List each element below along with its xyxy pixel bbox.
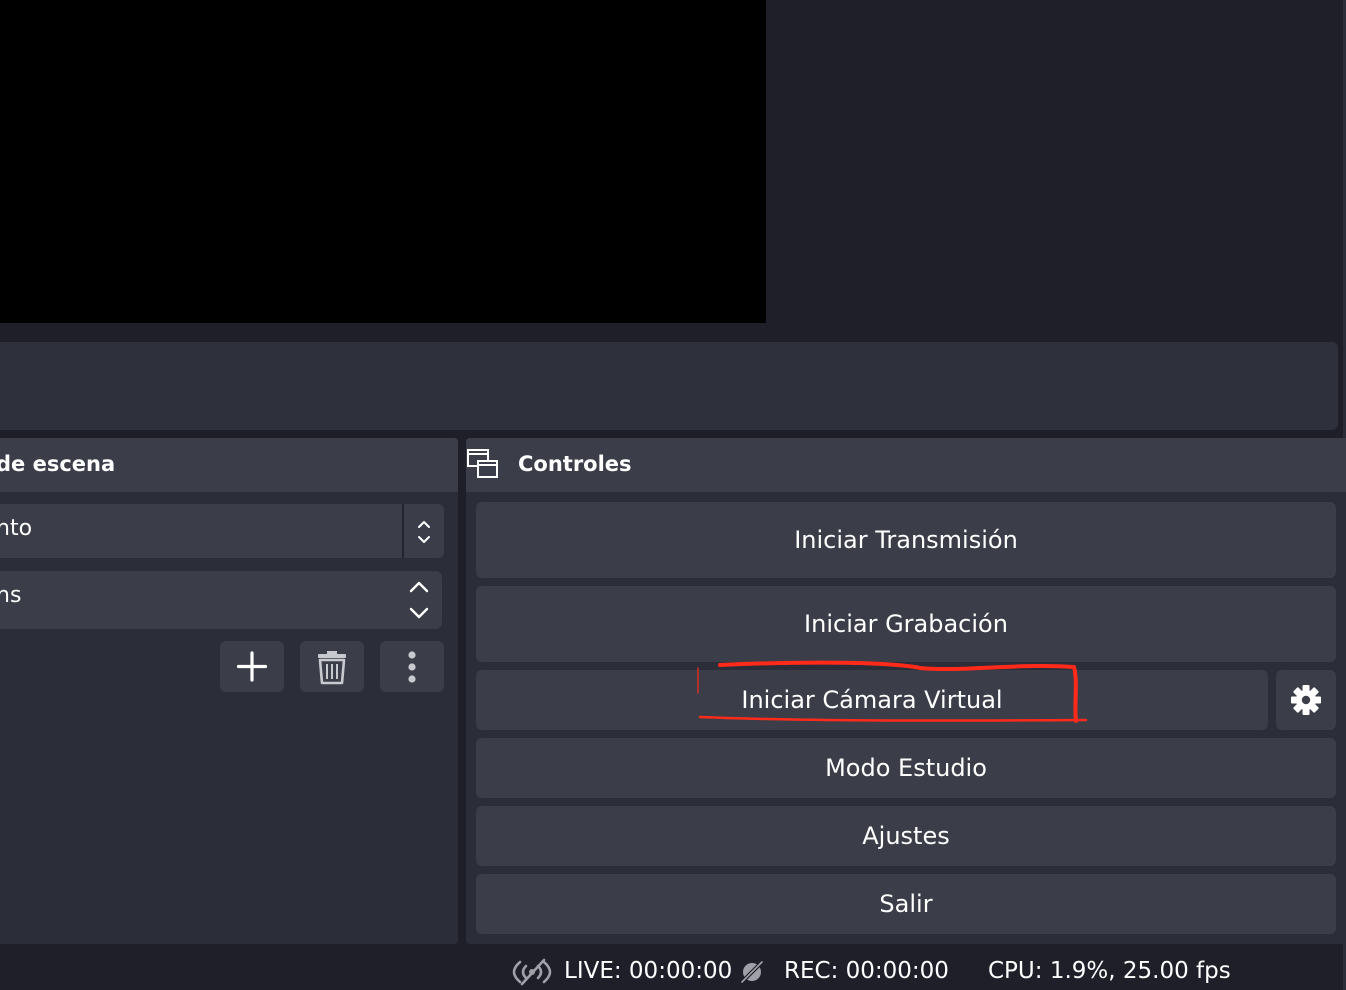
duration-spinbox-value: ns [0,583,22,608]
start-streaming-button[interactable]: Iniciar Transmisión [476,502,1336,578]
remove-transition-button[interactable] [300,641,364,692]
transition-select[interactable]: nto [0,504,444,558]
scene-transitions-header: de escena [0,438,458,492]
transition-select-value: nto [0,516,33,541]
cpu-fps-readout: CPU: 1.9%, 25.00 fps [988,958,1231,984]
recording-off-icon [740,960,764,984]
gear-icon [1291,685,1321,715]
duration-spinbox[interactable]: ns [0,571,442,629]
controls-header: Controles [466,438,1346,492]
settings-button[interactable]: Ajustes [476,806,1336,866]
studio-mode-button[interactable]: Modo Estudio [476,738,1336,798]
obs-window: de escena nto ns Controles Iniciar Trans… [0,0,1346,990]
preview-canvas[interactable] [0,0,766,323]
rec-timer: REC: 00:00:00 [784,958,949,984]
empty-toolbar-strip [0,342,1338,430]
vertical-dots-icon [408,651,416,683]
trash-icon [318,651,346,685]
start-recording-button[interactable]: Iniciar Grabación [476,586,1336,662]
add-transition-button[interactable] [220,641,284,692]
plus-icon [236,651,268,682]
streaming-off-icon [512,958,552,986]
exit-button[interactable]: Salir [476,874,1336,934]
up-down-chevron-icon [418,521,430,543]
live-timer: LIVE: 00:00:00 [564,958,733,984]
transition-properties-button[interactable] [380,641,444,692]
controls-dock: Controles Iniciar Transmisión Iniciar Gr… [466,438,1346,944]
controls-title: Controles [518,452,632,476]
combo-divider [402,504,404,558]
undock-icon[interactable] [466,448,500,480]
status-bar: LIVE: 00:00:00 REC: 00:00:00 CPU: 1.9%, … [0,948,1343,990]
start-virtual-camera-button[interactable]: Iniciar Cámara Virtual [476,670,1268,730]
virtual-camera-settings-button[interactable] [1276,670,1336,730]
scene-transitions-title: de escena [0,452,116,476]
spin-arrows-icon[interactable] [405,577,433,623]
scene-transitions-dock: de escena nto ns [0,438,458,944]
